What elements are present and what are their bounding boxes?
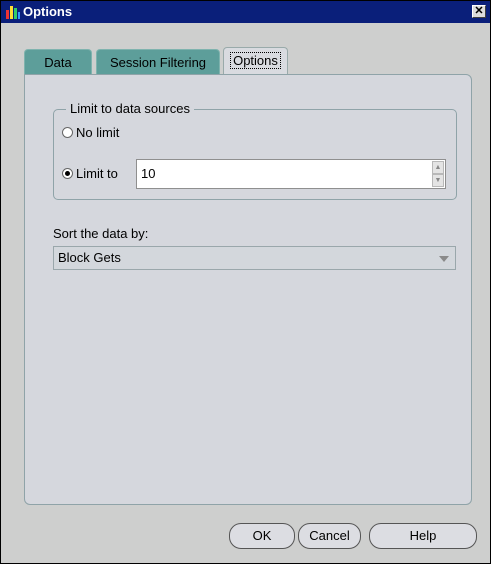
limit-spinner[interactable]: 10 ▲ ▼: [136, 159, 446, 189]
limit-value[interactable]: 10: [141, 166, 155, 182]
radio-no-limit[interactable]: No limit: [62, 124, 119, 142]
radio-limit-to[interactable]: Limit to: [62, 165, 118, 183]
radio-no-limit-label: No limit: [76, 125, 120, 140]
options-dialog: Options ✕ Data Session Filtering Options…: [0, 0, 491, 564]
triangle-down-icon[interactable]: ▼: [432, 174, 444, 187]
triangle-up-icon[interactable]: ▲: [432, 161, 444, 174]
sort-label: Sort the data by:: [53, 226, 149, 241]
tab-options[interactable]: Options: [223, 47, 288, 75]
chart-bars-icon: [6, 6, 20, 19]
window-title: Options: [23, 4, 73, 19]
limit-group: Limit to data sources No limit Limit to …: [53, 101, 457, 200]
tab-options-label: Options: [230, 52, 281, 69]
help-button[interactable]: Help: [369, 523, 477, 549]
radio-no-limit-circle[interactable]: [62, 127, 73, 138]
chevron-down-icon[interactable]: [439, 256, 449, 262]
radio-limit-to-label: Limit to: [76, 166, 118, 181]
title-bar: Options ✕: [1, 1, 490, 23]
tab-data-label: Data: [44, 55, 72, 70]
sort-select[interactable]: Block Gets: [53, 246, 456, 270]
tab-session-filtering[interactable]: Session Filtering: [96, 49, 220, 75]
limit-group-legend: Limit to data sources: [66, 101, 194, 117]
cancel-button[interactable]: Cancel: [298, 523, 361, 549]
options-panel: Limit to data sources No limit Limit to …: [24, 74, 472, 505]
radio-limit-to-circle[interactable]: [62, 168, 73, 179]
sort-selected-value: Block Gets: [58, 250, 121, 265]
close-icon[interactable]: ✕: [472, 5, 486, 18]
tab-session-filtering-label: Session Filtering: [109, 55, 207, 70]
tab-data[interactable]: Data: [24, 49, 92, 75]
ok-button[interactable]: OK: [229, 523, 295, 549]
spinner-buttons: ▲ ▼: [432, 161, 444, 187]
